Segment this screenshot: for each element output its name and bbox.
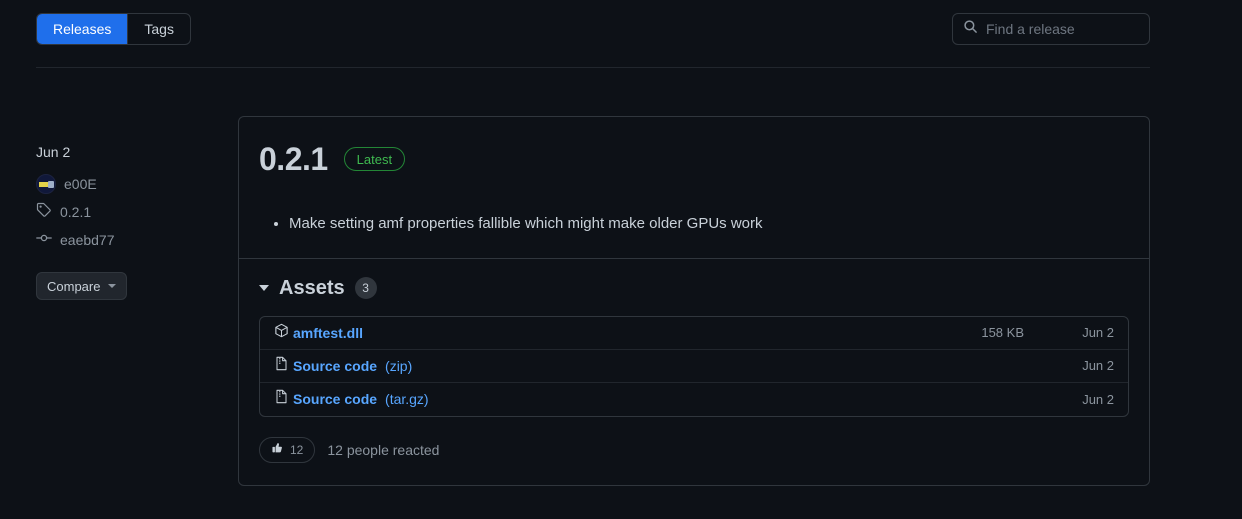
reaction-thumbsup-button[interactable]: 12	[259, 436, 316, 463]
commit-icon	[36, 230, 52, 251]
assets-table: amftest.dll 158 KB Jun 2 Source code (zi…	[259, 315, 1129, 417]
assets-section: Assets 3 amftest.dll 158 KB Jun 2 Source…	[239, 259, 1149, 485]
release-sidebar: Jun 2 e00E 0.2.1 eaebd77 Compare	[36, 144, 216, 300]
tab-releases[interactable]: Releases	[37, 14, 128, 44]
asset-name-cell: Source code (zip)	[274, 356, 874, 376]
release-header: 0.2.1 Latest	[259, 143, 1129, 175]
reactions-summary: 12 people reacted	[327, 441, 440, 458]
asset-link[interactable]: amftest.dll	[293, 325, 363, 341]
asset-link[interactable]: Source code	[293, 391, 377, 407]
assets-title: Assets	[279, 276, 345, 299]
asset-date: Jun 2	[1082, 391, 1114, 407]
release-body: 0.2.1 Latest Make setting amf properties…	[239, 117, 1149, 258]
search-icon	[963, 19, 978, 39]
table-row[interactable]: Source code (zip) Jun 2	[260, 350, 1128, 383]
releases-toolbar: Releases Tags Find a release	[36, 13, 1150, 45]
release-commit[interactable]: eaebd77	[36, 230, 216, 250]
reactions-row: 12 12 people reacted	[259, 436, 1129, 463]
list-item: Make setting amf properties fallible whi…	[289, 213, 1129, 236]
release-tag[interactable]: 0.2.1	[36, 202, 216, 222]
table-row[interactable]: Source code (tar.gz) Jun 2	[260, 383, 1128, 416]
asset-date: Jun 2	[1082, 325, 1114, 340]
table-row[interactable]: amftest.dll 158 KB Jun 2	[260, 317, 1128, 350]
thumbs-up-icon	[271, 441, 284, 459]
compare-button[interactable]: Compare	[36, 272, 128, 300]
commit-label: eaebd77	[60, 232, 115, 248]
author-name: e00E	[64, 176, 97, 192]
header-divider	[36, 67, 1150, 68]
release-card: 0.2.1 Latest Make setting amf properties…	[238, 116, 1150, 486]
release-date: Jun 2	[36, 144, 71, 160]
asset-size: 158 KB	[981, 325, 1024, 340]
asset-link[interactable]: Source code	[293, 358, 377, 374]
asset-name-cell: Source code (tar.gz)	[274, 389, 874, 409]
tab-group: Releases Tags	[36, 13, 191, 45]
release-author[interactable]: e00E	[36, 174, 216, 194]
file-zip-icon	[274, 389, 289, 409]
tag-icon	[36, 202, 52, 223]
asset-extension: (zip)	[385, 357, 413, 374]
page-title: 0.2.1	[259, 141, 328, 177]
avatar	[36, 174, 56, 194]
tab-tags[interactable]: Tags	[127, 14, 190, 44]
collapse-triangle-icon[interactable]	[259, 285, 269, 291]
tag-label: 0.2.1	[60, 204, 92, 220]
search-placeholder: Find a release	[986, 21, 1075, 37]
reaction-count: 12	[290, 442, 304, 457]
package-icon	[274, 323, 289, 343]
assets-header: Assets 3	[259, 277, 1129, 300]
asset-name-cell: amftest.dll	[274, 323, 874, 343]
compare-button-label: Compare	[47, 278, 101, 294]
assets-count-badge: 3	[354, 277, 377, 299]
chevron-down-icon	[108, 284, 117, 288]
asset-extension: (tar.gz)	[385, 391, 429, 407]
asset-date: Jun 2	[1082, 358, 1114, 373]
search-input[interactable]: Find a release	[952, 13, 1150, 45]
status-badge: Latest	[343, 147, 406, 171]
file-zip-icon	[274, 356, 289, 376]
release-notes: Make setting amf properties fallible whi…	[259, 213, 1129, 236]
